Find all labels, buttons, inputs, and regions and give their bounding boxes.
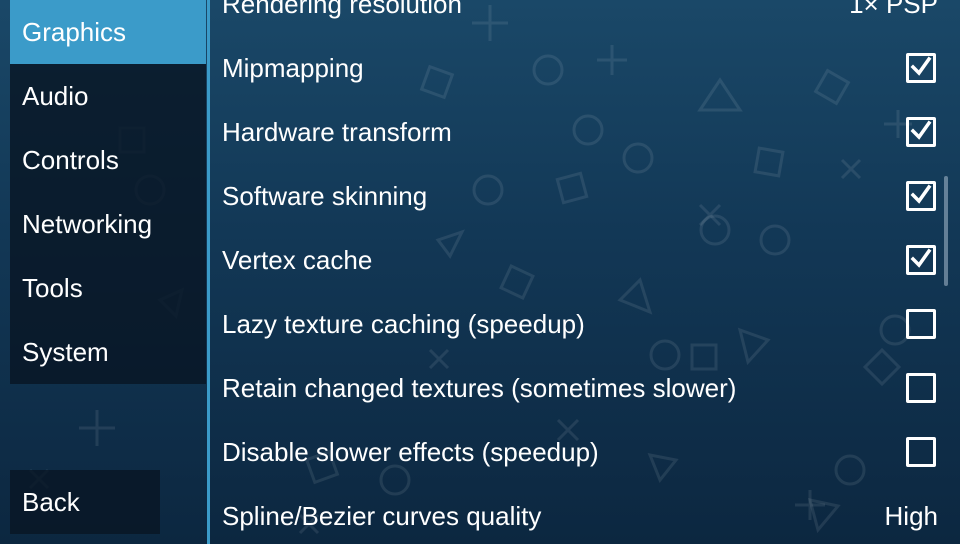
setting-software-skinning[interactable]: Software skinning bbox=[210, 164, 950, 228]
checkbox-unchecked[interactable] bbox=[906, 373, 936, 403]
checkbox-checked[interactable] bbox=[906, 53, 936, 83]
checkbox-unchecked[interactable] bbox=[906, 437, 936, 467]
checkbox-checked[interactable] bbox=[906, 245, 936, 275]
setting-hardware-transform[interactable]: Hardware transform bbox=[210, 100, 950, 164]
checkbox-checked[interactable] bbox=[906, 181, 936, 211]
tab-controls[interactable]: Controls bbox=[10, 128, 206, 192]
setting-label: Spline/Bezier curves quality bbox=[222, 501, 542, 531]
tab-graphics[interactable]: Graphics bbox=[10, 0, 206, 64]
setting-label: Software skinning bbox=[222, 181, 428, 211]
setting-label: Lazy texture caching (speedup) bbox=[222, 309, 585, 339]
tab-networking[interactable]: Networking bbox=[10, 192, 206, 256]
checkmark-icon bbox=[910, 120, 932, 140]
settings-list[interactable]: Rendering resolution 1× PSP Mipmapping H… bbox=[210, 0, 960, 544]
checkmark-icon bbox=[910, 56, 932, 76]
checkbox-checked[interactable] bbox=[906, 117, 936, 147]
setting-rendering-resolution[interactable]: Rendering resolution 1× PSP bbox=[210, 0, 950, 36]
setting-spline-bezier-quality[interactable]: Spline/Bezier curves quality High bbox=[210, 484, 950, 544]
checkbox-unchecked[interactable] bbox=[906, 309, 936, 339]
setting-label: Vertex cache bbox=[222, 245, 373, 275]
setting-label: Retain changed textures (sometimes slowe… bbox=[222, 373, 737, 403]
setting-retain-changed-textures[interactable]: Retain changed textures (sometimes slowe… bbox=[210, 356, 950, 420]
checkmark-icon bbox=[910, 248, 932, 268]
tab-tools[interactable]: Tools bbox=[10, 256, 206, 320]
scrollbar[interactable] bbox=[944, 176, 948, 286]
checkmark-icon bbox=[910, 184, 932, 204]
setting-disable-slower-effects[interactable]: Disable slower effects (speedup) bbox=[210, 420, 950, 484]
back-button[interactable]: Back bbox=[10, 470, 160, 534]
tab-audio[interactable]: Audio bbox=[10, 64, 206, 128]
setting-vertex-cache[interactable]: Vertex cache bbox=[210, 228, 950, 292]
setting-label: Disable slower effects (speedup) bbox=[222, 437, 599, 467]
setting-label: Hardware transform bbox=[222, 117, 452, 147]
tab-system[interactable]: System bbox=[10, 320, 206, 384]
setting-value: 1× PSP bbox=[849, 0, 938, 19]
setting-lazy-texture-caching[interactable]: Lazy texture caching (speedup) bbox=[210, 292, 950, 356]
setting-value: High bbox=[884, 501, 938, 531]
setting-mipmapping[interactable]: Mipmapping bbox=[210, 36, 950, 100]
setting-label: Mipmapping bbox=[222, 53, 364, 83]
sidebar: Graphics Audio Controls Networking Tools… bbox=[10, 0, 206, 384]
setting-label: Rendering resolution bbox=[222, 0, 462, 19]
